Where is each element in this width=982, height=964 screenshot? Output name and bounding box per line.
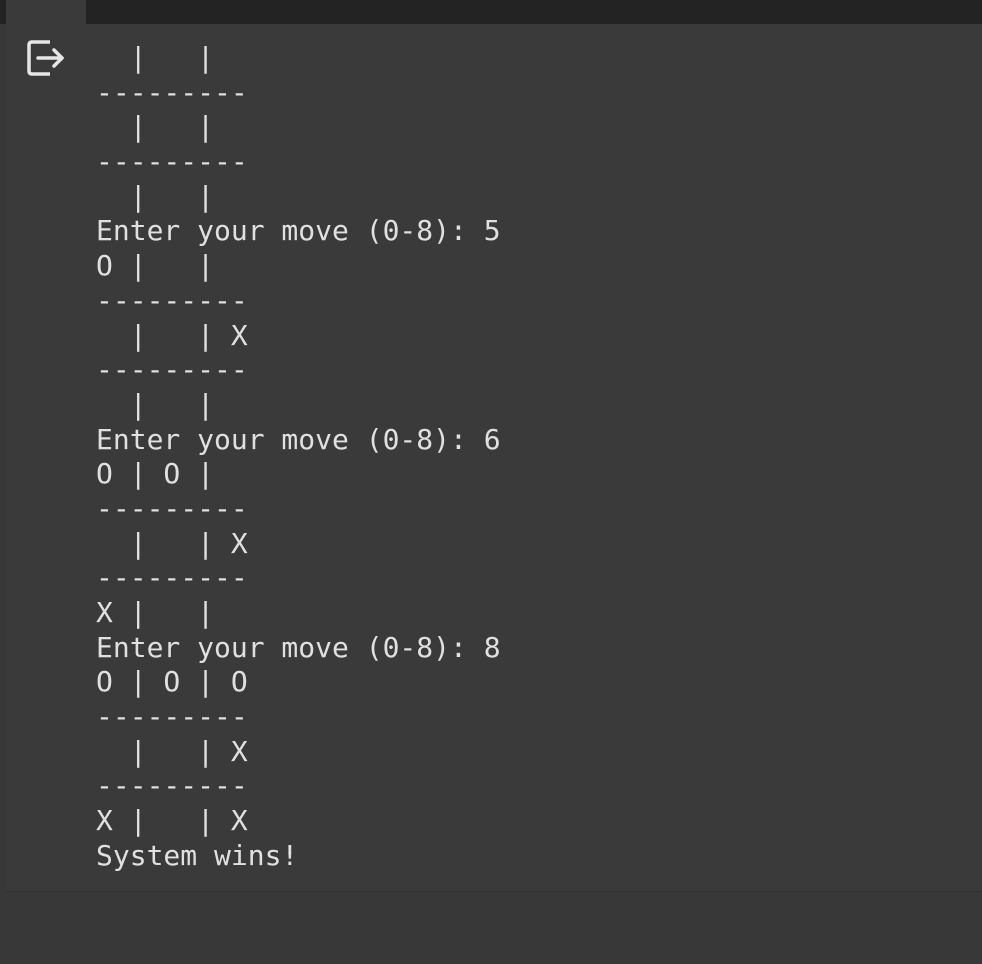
console-line: Enter your move (0-8): 8 <box>96 630 501 664</box>
console-line: X | | X <box>96 804 248 838</box>
console-line: --------- <box>96 700 248 734</box>
console-output: | | --------- | | --------- | | Enter your … <box>96 41 956 874</box>
console-line: | | <box>96 179 215 213</box>
console-line: --------- <box>96 561 248 595</box>
console-line: --------- <box>96 353 248 387</box>
console-line: X | | <box>96 596 215 629</box>
output-panel: | | --------- | | --------- | | Enter your … <box>6 24 982 892</box>
output-exit-icon[interactable] <box>26 38 68 78</box>
console-line: | | <box>96 387 215 421</box>
console-line: Enter your move (0-8): 6 <box>96 422 501 456</box>
console-line: | | <box>96 41 215 74</box>
console-line: System wins! <box>96 838 299 872</box>
console-line: | | X <box>96 526 248 560</box>
console-line: | | <box>96 110 215 144</box>
console-line: O | | <box>96 249 215 283</box>
console-line: | | X <box>96 734 248 768</box>
console-line: --------- <box>96 283 248 317</box>
top-tab[interactable] <box>6 0 86 24</box>
console-line: O | O | <box>96 457 215 491</box>
console-line: --------- <box>96 769 248 803</box>
console-line: | | X <box>96 318 248 352</box>
console-line: --------- <box>96 491 248 525</box>
console-line: --------- <box>96 145 248 179</box>
console-line: --------- <box>96 75 248 109</box>
console-line: Enter your move (0-8): 5 <box>96 214 501 248</box>
console-line: O | O | O <box>96 665 248 699</box>
top-bar <box>0 0 982 24</box>
